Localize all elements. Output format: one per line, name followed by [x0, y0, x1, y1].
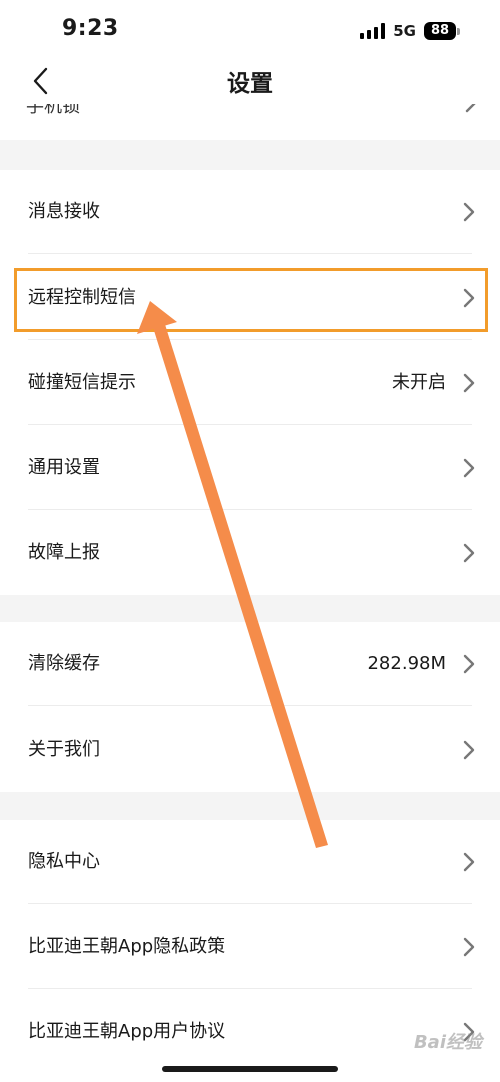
settings-row-label: 碰撞短信提示 — [28, 372, 136, 393]
settings-row-remote-control-sms[interactable]: 远程控制短信 — [0, 256, 500, 340]
home-indicator — [162, 1066, 338, 1072]
chevron-right-icon — [463, 654, 475, 674]
settings-row-privacy-policy[interactable]: 比亚迪王朝App隐私政策 — [0, 905, 500, 989]
section-gap — [0, 792, 500, 820]
chevron-right-icon — [463, 740, 475, 760]
settings-row-label: 比亚迪王朝App用户协议 — [28, 1021, 226, 1042]
battery-level: 88 — [424, 22, 456, 40]
settings-row-label: 比亚迪王朝App隐私政策 — [28, 936, 226, 957]
chevron-right-icon — [463, 202, 475, 222]
status-indicators: 5G 88 — [360, 20, 460, 42]
chevron-right-icon — [463, 543, 475, 563]
section-gap — [0, 140, 500, 170]
settings-row-label: 通用设置 — [28, 457, 100, 478]
settings-row-message-receive[interactable]: 消息接收 — [0, 170, 500, 254]
settings-row-privacy-center[interactable]: 隐私中心 — [0, 820, 500, 904]
settings-row-fault-report[interactable]: 故障上报 — [0, 511, 500, 595]
settings-row-collision-sms[interactable]: 碰撞短信提示 未开启 — [0, 341, 500, 425]
settings-row-label: 隐私中心 — [28, 851, 100, 872]
chevron-right-icon — [465, 104, 476, 113]
settings-row-value: 未开启 — [392, 372, 446, 393]
status-bar: 9:23 5G 88 — [0, 0, 500, 60]
settings-row-about-us[interactable]: 关于我们 — [0, 708, 500, 792]
chevron-right-icon — [463, 937, 475, 957]
settings-row-label: 关于我们 — [28, 739, 100, 760]
network-type: 5G — [393, 22, 416, 40]
settings-row-label: 远程控制短信 — [28, 287, 136, 308]
status-time: 9:23 — [62, 16, 119, 41]
settings-row-clear-cache[interactable]: 清除缓存 282.98M — [0, 622, 500, 706]
page-title: 设置 — [227, 71, 273, 97]
chevron-right-icon — [463, 458, 475, 478]
settings-row-general[interactable]: 通用设置 — [0, 426, 500, 510]
signal-icon — [360, 23, 386, 39]
settings-row-partial[interactable]: 手机锁 — [0, 104, 500, 140]
cache-size-value: 282.98M — [367, 653, 446, 674]
nav-bar: 设置 — [0, 58, 500, 104]
chevron-right-icon — [463, 288, 475, 308]
settings-row-label: 手机锁 — [26, 104, 80, 117]
section-gap — [0, 595, 500, 622]
chevron-right-icon — [463, 852, 475, 872]
settings-row-label: 清除缓存 — [28, 653, 100, 674]
watermark-logo: Bai经验 — [413, 1032, 482, 1053]
battery-icon: 88 — [424, 22, 460, 40]
chevron-right-icon — [463, 373, 475, 393]
settings-row-label: 故障上报 — [28, 542, 100, 563]
settings-row-label: 消息接收 — [28, 201, 100, 222]
